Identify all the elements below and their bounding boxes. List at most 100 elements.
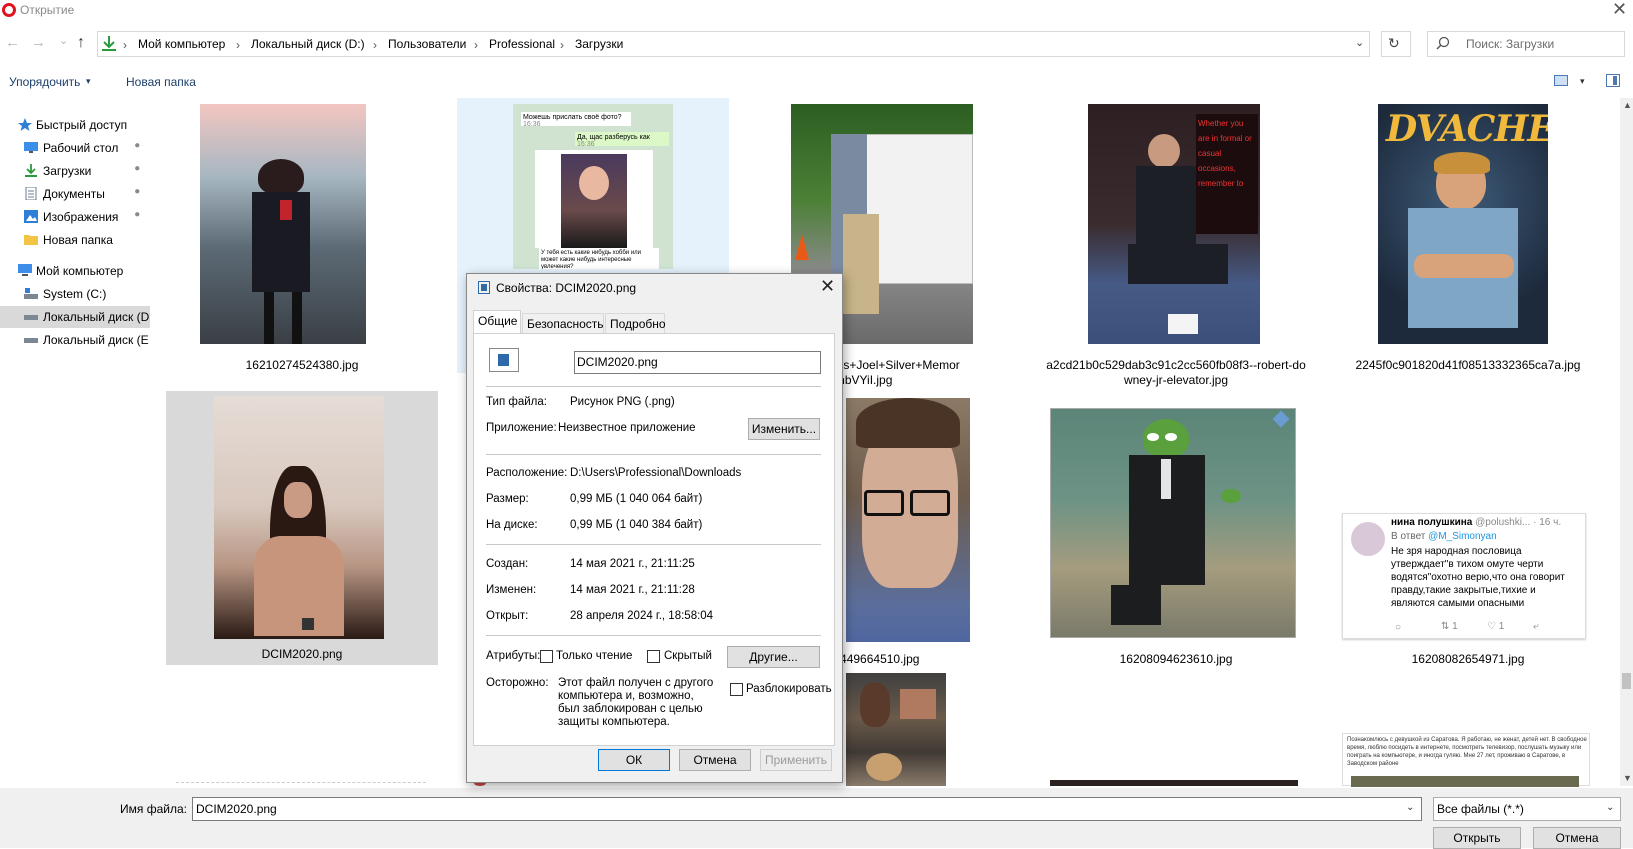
- share-icon: ⤶: [1533, 621, 1539, 632]
- file-tile[interactable]: DVACHER 2245f0c901820d41f08513332365ca7a…: [1332, 98, 1604, 378]
- divider: [486, 635, 821, 636]
- sidebar-item-pictures[interactable]: Изображения ●: [0, 206, 150, 228]
- unblock-label: Разблокировать: [746, 683, 832, 695]
- sidebar-item-label: Мой компьютер: [36, 264, 124, 278]
- search-placeholder: Поиск: Загрузки: [1466, 37, 1555, 51]
- file-tile[interactable]: нина полушкина @polushki... · 16 ч. В от…: [1332, 398, 1604, 668]
- chat-text: Можешь прислать своё фото?: [523, 114, 622, 121]
- sidebar-item-quick-access[interactable]: Быстрый доступ: [0, 114, 150, 136]
- size-label: Размер:: [486, 493, 529, 505]
- scroll-down-button[interactable]: ▼: [1623, 773, 1632, 783]
- drive-icon: [24, 315, 38, 320]
- sidebar-item-new-folder[interactable]: Новая папка: [0, 229, 150, 251]
- poster-title: DVACHER: [1386, 108, 1548, 150]
- tab-details[interactable]: Подробно: [605, 313, 666, 333]
- organize-button[interactable]: Упорядочить: [9, 75, 80, 89]
- sidebar-item-drive-d[interactable]: Локальный диск (D: [0, 306, 150, 328]
- hidden-checkbox[interactable]: [647, 650, 660, 663]
- file-tile[interactable]: 209449664510.jpg: [820, 398, 980, 668]
- recent-locations-button[interactable]: ⌄: [59, 33, 68, 49]
- tweet-time: · 16 ч.: [1533, 517, 1562, 528]
- file-name: 16208094623610.jpg: [1119, 652, 1233, 666]
- dialog-filename-field[interactable]: DCIM2020.png: [574, 351, 821, 374]
- avatar: [1351, 522, 1385, 556]
- file-thumbnail: [1050, 408, 1296, 638]
- dialog-cancel-button[interactable]: Отмена: [679, 749, 751, 771]
- breadcrumb-users[interactable]: Пользователи: [388, 37, 466, 51]
- file-thumbnail-partial[interactable]: [1050, 780, 1298, 786]
- breadcrumb-separator: ›: [373, 38, 377, 52]
- window-close-button[interactable]: ✕: [1612, 0, 1627, 18]
- sidebar-item-label: Быстрый доступ: [36, 118, 128, 132]
- quote-overlay: Whether you are in formal or casual occa…: [1196, 114, 1258, 234]
- breadcrumb-professional[interactable]: Professional: [489, 37, 555, 51]
- breadcrumb-disk-d[interactable]: Локальный диск (D:): [251, 37, 365, 51]
- search-icon: [1436, 36, 1450, 50]
- tab-security[interactable]: Безопасность: [522, 313, 604, 333]
- breadcrumb-downloads[interactable]: Загрузки: [575, 37, 623, 51]
- up-button[interactable]: ↑: [77, 34, 85, 52]
- download-icon: [102, 36, 116, 51]
- change-button[interactable]: Изменить...: [748, 418, 820, 440]
- file-tile[interactable]: [846, 673, 946, 786]
- chevron-down-icon[interactable]: ▾: [1580, 76, 1585, 87]
- file-tile-partial[interactable]: [176, 782, 426, 786]
- title-bar: [0, 0, 1633, 22]
- sidebar-item-desktop[interactable]: Рабочий стол ●: [0, 137, 150, 159]
- filename-label: Имя файла:: [120, 802, 187, 816]
- sidebar-item-drive-e[interactable]: Локальный диск (E: [0, 329, 150, 351]
- pictures-icon: [24, 210, 38, 223]
- tweet-author: нина полушкина: [1391, 517, 1473, 528]
- file-tile-focused[interactable]: DCIM2020.png: [166, 391, 438, 665]
- sidebar-item-drive-c[interactable]: System (C:): [0, 283, 150, 305]
- pin-icon: ●: [130, 185, 144, 198]
- file-tile[interactable]: Познакомлюсь с девушкой из Саратова. Я р…: [1342, 733, 1590, 787]
- cancel-button[interactable]: Отмена: [1533, 827, 1621, 849]
- breadcrumb-separator: ›: [123, 38, 127, 52]
- tweet-reply-label: В ответ: [1391, 531, 1426, 542]
- retweet-count: ⇅ 1: [1441, 621, 1458, 632]
- sidebar-item-label: Новая папка: [43, 233, 113, 247]
- file-thumbnail: [214, 396, 384, 639]
- open-button[interactable]: Открыть: [1433, 827, 1521, 849]
- size-value: 0,99 МБ (1 040 064 байт): [570, 493, 703, 505]
- view-options-icon[interactable]: [1554, 75, 1568, 86]
- dialog-close-button[interactable]: ✕: [820, 276, 835, 297]
- retweet-count-value: 1: [1452, 621, 1458, 632]
- drive-icon: [24, 338, 38, 343]
- scroll-up-button[interactable]: ▲: [1623, 100, 1632, 110]
- divider: [486, 454, 821, 455]
- new-folder-button[interactable]: Новая папка: [126, 75, 196, 89]
- sidebar-item-label: Локальный диск (D: [43, 310, 150, 324]
- file-tile[interactable]: Whether you are in formal or casual occa…: [1040, 98, 1312, 387]
- readonly-checkbox[interactable]: [540, 650, 553, 663]
- address-dropdown-button[interactable]: ⌄: [1355, 36, 1364, 49]
- sidebar-item-documents[interactable]: Документы ●: [0, 183, 150, 205]
- ok-button[interactable]: ОК: [598, 749, 670, 771]
- tab-general[interactable]: Общие: [473, 310, 521, 334]
- unblock-checkbox[interactable]: [730, 683, 743, 696]
- breadcrumb-separator: ›: [560, 38, 564, 52]
- scrollbar-thumb[interactable]: [1622, 673, 1631, 689]
- preview-pane-icon[interactable]: [1606, 74, 1620, 87]
- app-label: Приложение:: [486, 422, 557, 434]
- refresh-icon: ↻: [1388, 35, 1400, 51]
- back-button[interactable]: ←: [5, 35, 20, 51]
- sidebar-item-my-computer[interactable]: Мой компьютер: [0, 260, 150, 282]
- file-type-select[interactable]: Все файлы (*.*): [1433, 797, 1621, 821]
- tweet-reply-handle: @M_Simonyan: [1428, 531, 1497, 542]
- sidebar-item-downloads[interactable]: Загрузки ●: [0, 160, 150, 182]
- readonly-label: Только чтение: [556, 650, 633, 662]
- breadcrumb-my-computer[interactable]: Мой компьютер: [138, 37, 225, 51]
- computer-icon: [18, 264, 32, 276]
- chevron-down-icon[interactable]: ⌄: [1606, 802, 1614, 813]
- tweet-header: нина полушкина @polushki... · 16 ч.: [1391, 517, 1561, 528]
- apply-button[interactable]: Применить: [760, 749, 832, 771]
- file-thumbnail: Можешь прислать своё фото? 16:36 Да, щас…: [513, 104, 673, 269]
- file-tile[interactable]: 16208094623610.jpg: [1040, 398, 1312, 668]
- forward-button[interactable]: →: [31, 35, 46, 51]
- filename-dropdown-button[interactable]: ⌄: [1406, 802, 1414, 813]
- filename-input[interactable]: DCIM2020.png: [192, 797, 1422, 821]
- advanced-attributes-button[interactable]: Другие...: [727, 646, 820, 668]
- file-tile[interactable]: 16210274524380.jpg: [166, 98, 438, 378]
